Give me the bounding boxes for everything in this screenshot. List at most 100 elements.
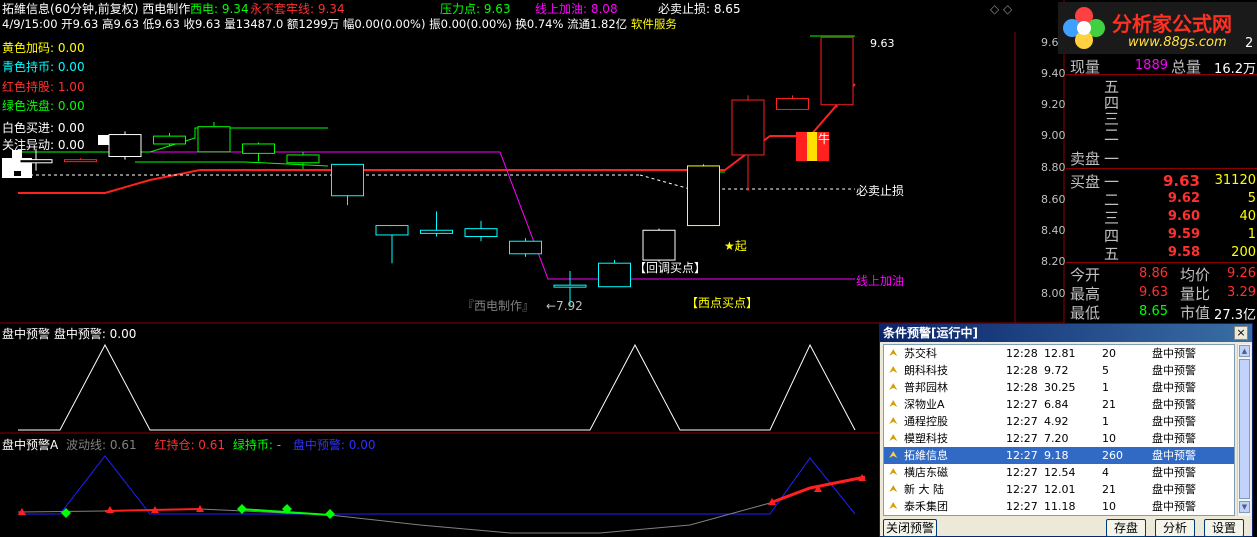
alert-time: 12:28 [1006,347,1038,360]
alert-row[interactable]: ⮝ 泰禾集团 12:27 11.18 10 盘中预警 [884,498,1234,515]
condition-alert-window[interactable]: 条件预警[运行中] × ⮝ 苏交科 12:28 12.81 20 盘中预警 ⮝ 朗科科技 12:… [879,323,1253,537]
buy-vol: 40 [1239,209,1256,224]
alert-row[interactable]: ⮝ 深物业A 12:27 6.84 21 盘中预警 [884,396,1234,413]
candle-body [642,229,676,261]
brand-url: www.88gs.com [1128,35,1227,50]
alert-type: 盘中预警 [1152,432,1196,445]
stat-label: 最低 [1070,304,1101,322]
alert-row[interactable]: ⮝ 横店东磁 12:27 12.54 4 盘中预警 [884,464,1234,481]
price-tick: 9.40 [1041,67,1066,80]
price-tick: 9.00 [1041,129,1066,142]
green-cash-marker [61,508,71,518]
alert-volume: 1 [1102,381,1109,394]
up-arrow-icon: ⮝ [889,467,898,478]
candle-body [598,262,631,288]
alert-time: 12:27 [1006,432,1038,445]
alert-type: 盘中预警 [1152,483,1196,496]
alert-scrollbar[interactable]: ▲ ▼ [1237,344,1251,516]
price-tick: 8.40 [1041,224,1066,237]
red-position-marker [106,506,114,513]
scroll-up-icon[interactable]: ▲ [1239,345,1250,357]
panel3-red: 红持仓: 0.61 [154,438,226,452]
save-button[interactable]: 存盘 [1106,519,1146,537]
alert-time: 12:27 [1006,449,1038,462]
stat-label: 今开 [1070,266,1101,284]
stop-loss-label: 必卖止损 [856,184,905,198]
panel3-fluct: 波动线: 0.61 [66,438,137,452]
alert-price: 7.20 [1044,432,1069,445]
alert-volume: 10 [1102,432,1116,445]
alert-price: 11.18 [1044,500,1076,513]
alert-row[interactable]: ⮝ 新 大 陆 12:27 12.01 21 盘中预警 [884,481,1234,498]
price-tick: 8.00 [1041,287,1066,300]
price-tick: 9.20 [1041,98,1066,111]
buy-vol: 200 [1231,245,1256,260]
alert-time: 12:27 [1006,415,1038,428]
alert-volume: 10 [1102,500,1116,513]
up-arrow-icon: ⮝ [889,348,898,359]
up-arrow-icon: ⮝ [889,501,898,512]
alert-type: 盘中预警 [1152,500,1196,513]
candle-body [64,159,97,163]
alert-row[interactable]: ⮝ 苏交科 12:28 12.81 20 盘中预警 [884,345,1234,362]
analyze-button[interactable]: 分析 [1155,519,1195,537]
panel3-alert: 盘中预警: 0.00 [292,438,376,452]
alert-row[interactable]: ⮝ 拓維信息 12:27 9.18 260 盘中预警 [884,447,1234,464]
high-price-label: 9.63 [870,37,895,50]
buy-price: 9.62 [1167,191,1200,206]
sell-level-1: 一 [1104,150,1120,168]
candle-group [19,36,854,306]
candle-body [375,225,409,236]
stat-value: 8.86 [1139,266,1168,281]
alert-stock-name: 横店东磁 [904,466,948,479]
alert-stock-name: 深物业A [904,398,945,411]
panel2-title: 盘中预警 盘中预警: 0.00 [2,327,137,341]
stat-label: 最高 [1070,285,1101,303]
green-cash-marker [325,509,335,519]
alert-list[interactable]: ⮝ 苏交科 12:28 12.81 20 盘中预警 ⮝ 朗科科技 12:28 9.72 5 盘中预警 ⮝… [883,344,1235,516]
candle-body [509,240,542,255]
pullback-buy-label: 【回调买点】 [634,261,707,275]
brand-corner: 2 [1245,36,1254,51]
candle-body [464,228,498,238]
candle-body [553,284,587,288]
close-icon[interactable]: × [1234,326,1248,340]
alert-type: 盘中预警 [1152,398,1196,411]
watermark-label: 『西电制作』 [462,299,535,313]
alert-time: 12:27 [1006,483,1038,496]
alert-type: 盘中预警 [1152,364,1196,377]
candle-body [420,229,453,234]
alert-volume: 260 [1102,449,1123,462]
alert-row[interactable]: ⮝ 模塑科技 12:27 7.20 10 盘中预警 [884,430,1234,447]
low-price-label: ←7.92 [546,299,583,313]
sell-level-2: 二 [1104,126,1120,144]
alert-price: 9.18 [1044,449,1069,462]
price-tick: 8.80 [1041,161,1066,174]
settings-button[interactable]: 设置 [1204,519,1244,537]
alert-row[interactable]: ⮝ 普邦园林 12:28 30.25 1 盘中预警 [884,379,1234,396]
price-tick: 8.20 [1041,255,1066,268]
intraday-alert-line [18,343,856,431]
alert-price: 4.92 [1044,415,1069,428]
scroll-thumb[interactable] [1239,359,1250,499]
buy-price: 9.59 [1167,227,1200,242]
candle-body [197,126,231,153]
scroll-down-icon[interactable]: ▼ [1239,501,1250,513]
alert-time: 12:28 [1006,381,1038,394]
panel3-header: 盘中预警A 波动线: 0.61 红持仓: 0.61 绿持币: - 盘中预警: 0… [2,436,375,453]
stat-value: 8.65 [1139,304,1168,319]
fluctuation-line [17,476,866,534]
alert-row[interactable]: ⮝ 朗科科技 12:28 9.72 5 盘中预警 [884,362,1234,379]
alert-stock-name: 通程控股 [904,415,948,428]
buy-price: 9.63 [1162,172,1200,190]
intraday-alert-blue-line [18,455,856,515]
alert-time: 12:27 [1006,466,1038,479]
buy-level: 五 [1104,245,1120,263]
alert-price: 30.25 [1044,381,1076,394]
close-alert-button[interactable]: 关闭预警 [883,519,937,537]
up-arrow-icon: ⮝ [889,450,898,461]
alert-row[interactable]: ⮝ 通程控股 12:27 4.92 1 盘中预警 [884,413,1234,430]
alert-volume: 4 [1102,466,1109,479]
brand-logo: 分析家公式网 www.88gs.com 2 [1058,2,1257,54]
alert-title[interactable]: 条件预警[运行中] [880,324,1252,342]
